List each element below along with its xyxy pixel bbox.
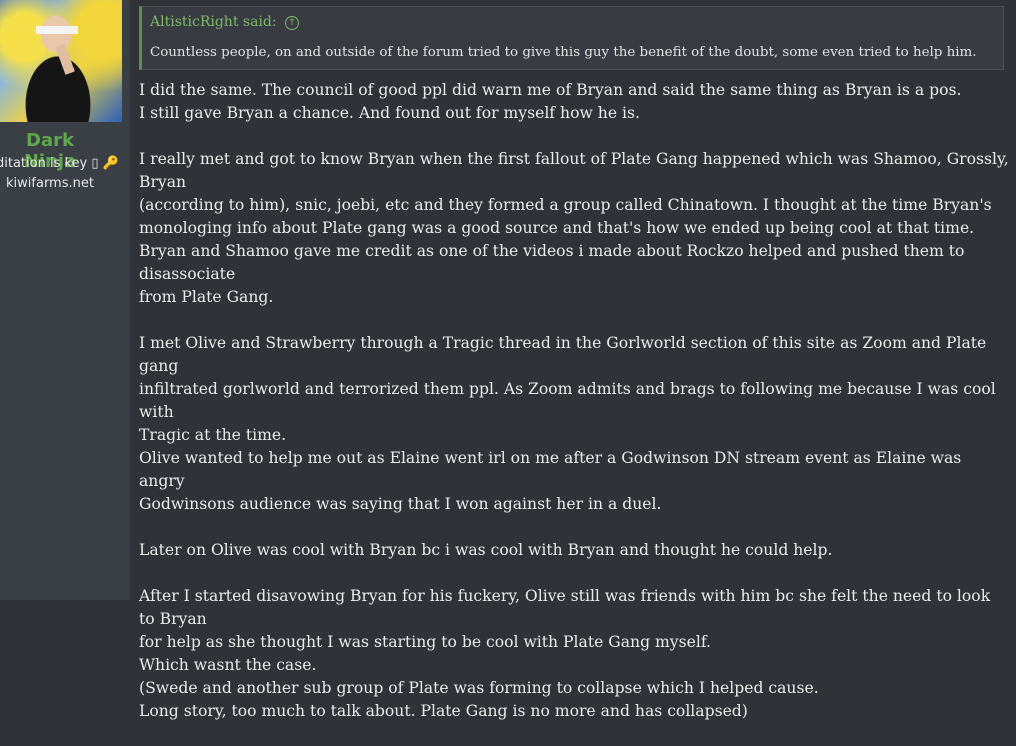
post-paragraph: I really met and got to know Bryan when … xyxy=(139,150,1009,306)
quote-author[interactable]: AltisticRight said: xyxy=(150,14,277,30)
avatar-arm xyxy=(55,43,75,75)
quote-block: AltisticRight said: ↑ Countless people, … xyxy=(139,6,1004,70)
user-title: editation is key ▯ 🔑 xyxy=(0,156,119,171)
user-title-text: editation is key ▯ xyxy=(0,156,99,171)
quote-header[interactable]: AltisticRight said: ↑ xyxy=(150,14,300,30)
quote-text: Countless people, on and outside of the … xyxy=(150,45,977,60)
avatar[interactable] xyxy=(0,0,122,122)
user-sidebar: Dark Ninja editation is key ▯ 🔑 kiwifarm… xyxy=(0,0,130,600)
arrow-up-circle-icon[interactable]: ↑ xyxy=(285,16,300,30)
post-paragraph: I met Olive and Strawberry through a Tra… xyxy=(139,334,996,513)
key-icon: 🔑 xyxy=(102,156,119,171)
post-body: I did the same. The council of good ppl … xyxy=(139,79,1009,746)
post-paragraph: After I started disavowing Bryan for his… xyxy=(139,587,991,720)
post-paragraph: Later on Olive was cool with Bryan bc i … xyxy=(139,541,833,559)
avatar-blindfold xyxy=(36,26,78,34)
user-site: kiwifarms.net xyxy=(6,176,94,191)
post-paragraph: I did the same. The council of good ppl … xyxy=(139,81,962,122)
